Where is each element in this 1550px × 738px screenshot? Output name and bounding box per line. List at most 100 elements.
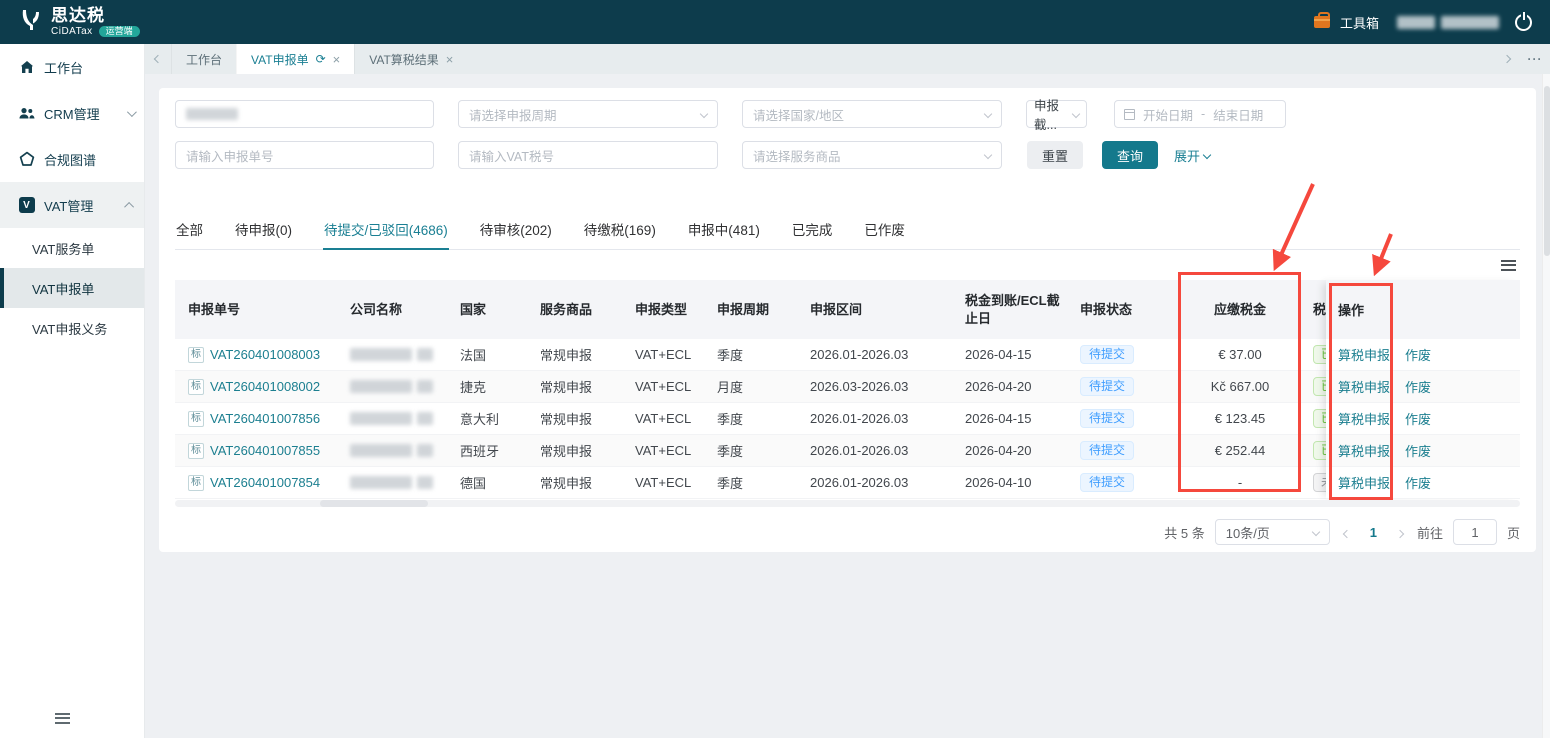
search-button[interactable]: 查询 (1102, 141, 1158, 169)
tab-close-icon[interactable]: × (446, 52, 454, 67)
tab-refresh-icon[interactable]: ⟳ (316, 52, 326, 66)
column-header-申报区间: 申报区间 (800, 280, 955, 339)
action-link-算税申报[interactable]: 算税申报 (1338, 441, 1390, 460)
declaration-no-link[interactable]: VAT260401007855 (210, 443, 320, 458)
expand-label: 展开 (1174, 146, 1200, 165)
sidebar-subitem-label: VAT申报单 (32, 279, 94, 298)
sidebar-collapse-icon[interactable] (55, 710, 70, 726)
table-horizontal-scrollbar[interactable] (175, 500, 1520, 507)
declare-range-cell: 2026.01-2026.03 (800, 403, 955, 434)
sidebar-subitem-VAT申报单[interactable]: VAT申报单 (0, 268, 144, 308)
sidebar-item-合规图谱[interactable]: 合规图谱 (0, 136, 144, 182)
reset-button[interactable]: 重置 (1027, 141, 1083, 169)
status-tab-申报中(481)[interactable]: 申报中(481) (687, 211, 761, 249)
declaration-no-link[interactable]: VAT260401007854 (210, 475, 320, 490)
action-link-算税申报[interactable]: 算税申报 (1338, 409, 1390, 428)
action-link-作废[interactable]: 作废 (1405, 345, 1431, 364)
deadline-cell: 2026-04-15 (955, 339, 1070, 370)
status-badge: 待提交 (1080, 377, 1134, 396)
sidebar-item-CRM管理[interactable]: CRM管理 (0, 90, 144, 136)
declare-range-cell: 2026.01-2026.03 (800, 339, 955, 370)
status-tab-待审核(202)[interactable]: 待审核(202) (479, 211, 553, 249)
declare-range-cell: 2026.01-2026.03 (800, 435, 955, 466)
declaration-table: 申报单号公司名称国家服务商品申报类型申报周期申报区间税金到账/ECL截止日申报状… (175, 280, 1520, 507)
declaration-no-link[interactable]: VAT260401007856 (210, 411, 320, 426)
service-product-cell: 常规申报 (530, 467, 625, 498)
status-tab-全部[interactable]: 全部 (175, 211, 204, 249)
tab-workbench[interactable]: 工作台 (171, 44, 236, 74)
action-link-作废[interactable]: 作废 (1405, 377, 1431, 396)
sidebar-item-label: VAT管理 (44, 196, 93, 215)
prev-page-icon[interactable] (1340, 525, 1354, 540)
keyword-input[interactable] (175, 100, 434, 128)
status-tab-待提交/已驳回(4686)[interactable]: 待提交/已驳回(4686) (323, 211, 449, 249)
sidebar-item-VAT管理[interactable]: VVAT管理 (0, 182, 144, 228)
service-product-cell: 常规申报 (530, 339, 625, 370)
declaration-no-link[interactable]: VAT260401008002 (210, 379, 320, 394)
current-page[interactable]: 1 (1364, 525, 1383, 540)
action-link-作废[interactable]: 作废 (1405, 473, 1431, 492)
action-link-算税申报[interactable]: 算税申报 (1338, 377, 1390, 396)
declaration-no-link[interactable]: VAT260401008003 (210, 347, 320, 362)
service-product-select[interactable]: 请选择服务商品 (742, 141, 1002, 169)
status-tab-待申报(0)[interactable]: 待申报(0) (234, 211, 293, 249)
country-cell: 西班牙 (450, 435, 530, 466)
tab-vat-declaration[interactable]: VAT申报单 ⟳ × (236, 44, 354, 74)
page-size-select[interactable]: 10条/页 (1215, 519, 1330, 545)
declare-period-select[interactable]: 请选择申报周期 (458, 100, 718, 128)
tab-vat-tax-result[interactable]: VAT算税结果 × (354, 44, 467, 74)
vat-no-input[interactable]: 请输入VAT税号 (458, 141, 718, 169)
tabbar-more-icon[interactable]: ··· (1520, 52, 1550, 66)
action-link-算税申报[interactable]: 算税申报 (1338, 345, 1390, 364)
action-link-作废[interactable]: 作废 (1405, 409, 1431, 428)
expand-filters-link[interactable]: 展开 (1174, 146, 1210, 165)
user-name-redacted[interactable] (1397, 16, 1499, 29)
declare-type-cell: VAT+ECL (625, 403, 707, 434)
status-tab-待缴税(169)[interactable]: 待缴税(169) (583, 211, 657, 249)
tabbar-scroll-left-icon[interactable] (145, 44, 171, 74)
declaration-no-cell: 标VAT260401007855 (175, 435, 340, 466)
column-settings-icon[interactable] (1501, 257, 1516, 273)
status-tab-已作废[interactable]: 已作废 (863, 211, 906, 249)
table-fixed-actions-column: 操作算税申报作废算税申报作废算税申报作废算税申报作废算税申报作废 (1326, 280, 1520, 499)
page-vertical-scrollbar[interactable] (1542, 74, 1550, 738)
actions-cell: 算税申报作废 (1326, 339, 1520, 371)
tab-label: VAT申报单 (251, 51, 309, 68)
column-header-申报单号: 申报单号 (175, 280, 340, 339)
company-name-redacted (350, 444, 412, 457)
next-page-icon[interactable] (1393, 525, 1407, 540)
goto-page-input[interactable] (1453, 519, 1497, 545)
pagination: 共 5 条 10条/页 1 前往 页 (175, 519, 1520, 545)
tabbar-scroll-right-icon[interactable] (1494, 56, 1520, 62)
table-header-row: 申报单号公司名称国家服务商品申报类型申报周期申报区间税金到账/ECL截止日申报状… (175, 280, 1520, 339)
declare-no-input[interactable]: 请输入申报单号 (175, 141, 434, 169)
scrollbar-thumb[interactable] (320, 500, 428, 507)
deadline-type-select[interactable]: 申报截... (1026, 100, 1087, 128)
top-header: 思达税 CiDATax 运营端 工具箱 (0, 0, 1550, 44)
declare-range-cell: 2026.03-2026.03 (800, 371, 955, 402)
service-product-cell: 常规申报 (530, 371, 625, 402)
chevron-up-icon (124, 201, 134, 211)
date-range-picker[interactable]: 开始日期 - 结束日期 (1114, 100, 1286, 128)
scrollbar-thumb[interactable] (1544, 86, 1550, 256)
action-link-算税申报[interactable]: 算税申报 (1338, 473, 1390, 492)
status-tab-已完成[interactable]: 已完成 (791, 211, 834, 249)
sidebar-item-label: 合规图谱 (44, 150, 96, 169)
toolbox-label[interactable]: 工具箱 (1340, 13, 1379, 32)
country-select[interactable]: 请选择国家/地区 (742, 100, 1002, 128)
sidebar-subitem-VAT申报义务[interactable]: VAT申报义务 (0, 308, 144, 348)
sidebar-item-label: 工作台 (44, 58, 83, 77)
logout-power-icon[interactable] (1515, 14, 1532, 31)
sidebar-item-工作台[interactable]: 工作台 (0, 44, 144, 90)
service-product-cell: 常规申报 (530, 403, 625, 434)
column-header-申报类型: 申报类型 (625, 280, 707, 339)
sidebar-subitem-VAT服务单[interactable]: VAT服务单 (0, 228, 144, 268)
goto-label: 前往 (1417, 523, 1443, 542)
toolbox-icon[interactable] (1314, 16, 1330, 28)
company-name-redacted (417, 476, 433, 489)
company-name-redacted (417, 412, 433, 425)
tab-close-icon[interactable]: × (333, 52, 341, 67)
company-name-redacted (417, 348, 433, 361)
column-header-申报周期: 申报周期 (707, 280, 800, 339)
action-link-作废[interactable]: 作废 (1405, 441, 1431, 460)
